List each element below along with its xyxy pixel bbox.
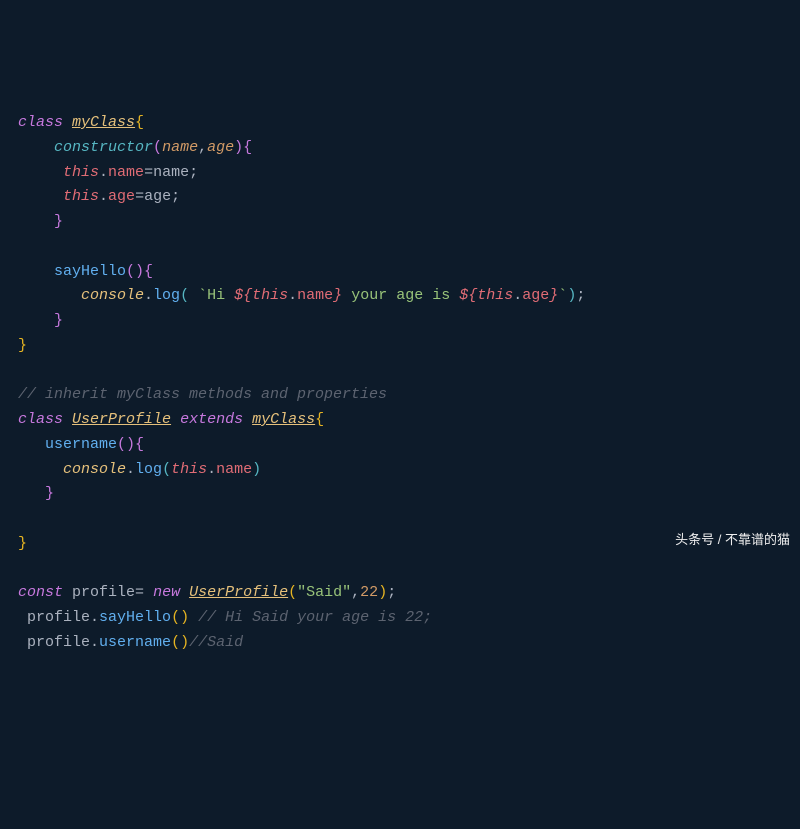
- line-15: console.log(this.name): [18, 461, 261, 478]
- watermark-text: 头条号 / 不靠谱的猫: [675, 529, 790, 550]
- line-1: class myClass{: [18, 114, 144, 131]
- line-9: }: [18, 312, 63, 329]
- line-13: class UserProfile extends myClass{: [18, 411, 324, 428]
- line-4: this.age=age;: [18, 188, 180, 205]
- line-2: constructor(name,age){: [18, 139, 252, 156]
- line-18: }: [18, 535, 27, 552]
- line-3: this.name=name;: [18, 164, 198, 181]
- line-12: // inherit myClass methods and propertie…: [18, 386, 387, 403]
- line-20: const profile= new UserProfile("Said",22…: [18, 584, 396, 601]
- line-22: profile.username()//Said: [18, 634, 243, 651]
- line-8: console.log( `Hi ${this.name} your age i…: [18, 287, 585, 304]
- line-21: profile.sayHello() // Hi Said your age i…: [18, 609, 432, 626]
- code-block: class myClass{ constructor(name,age){ th…: [18, 111, 782, 656]
- line-10: }: [18, 337, 27, 354]
- line-5: }: [18, 213, 63, 230]
- line-16: }: [18, 485, 54, 502]
- line-7: sayHello(){: [18, 263, 153, 280]
- line-14: username(){: [18, 436, 144, 453]
